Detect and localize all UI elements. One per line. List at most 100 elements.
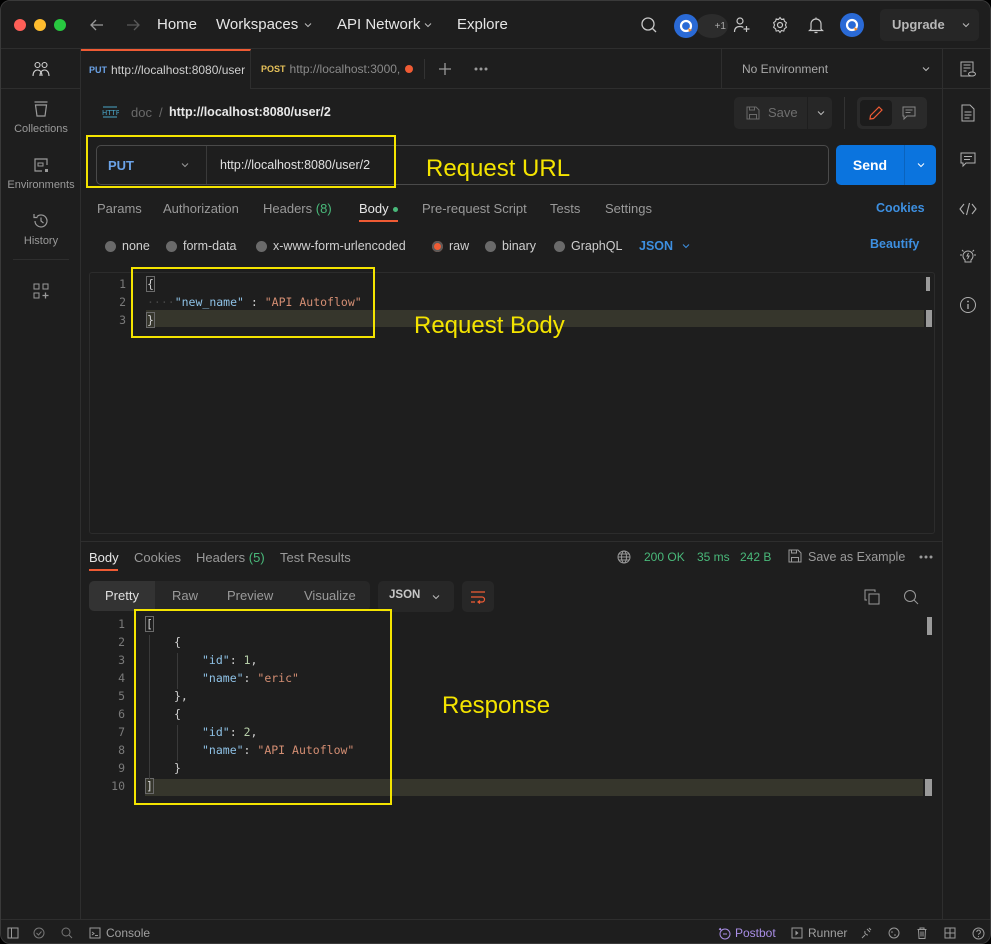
response-format-select[interactable]: JSON — [378, 581, 454, 612]
search-icon[interactable] — [902, 588, 920, 606]
environment-selector[interactable]: No Environment — [721, 49, 942, 89]
save-button[interactable]: Save — [734, 97, 806, 129]
check-circle-icon[interactable] — [32, 926, 46, 940]
right-sidebar — [942, 49, 990, 919]
scrollbar-thumb[interactable] — [927, 617, 932, 635]
trash-icon[interactable] — [915, 926, 929, 940]
runner-button[interactable]: Runner — [791, 926, 847, 940]
documentation-icon[interactable] — [958, 103, 978, 123]
chevron-down-icon[interactable] — [422, 19, 434, 31]
tab-settings[interactable]: Settings — [605, 201, 652, 216]
help-icon[interactable] — [971, 926, 985, 940]
chevron-down-icon[interactable] — [302, 19, 314, 31]
runner-icon — [791, 927, 803, 939]
response-tab-headers[interactable]: Headers (5) — [196, 550, 265, 565]
sidebar-divider — [13, 259, 69, 260]
save-button-group: Save — [734, 97, 832, 129]
body-type-raw[interactable]: raw — [432, 239, 469, 253]
upgrade-button[interactable]: Upgrade — [880, 9, 979, 41]
response-time[interactable]: 35 ms — [697, 550, 730, 564]
body-type-form-data[interactable]: form-data — [166, 239, 237, 253]
tab-body[interactable]: Body — [359, 201, 398, 216]
body-format-select[interactable]: JSON — [639, 239, 691, 253]
invite-user-icon[interactable] — [732, 15, 752, 35]
back-arrow-icon[interactable] — [87, 15, 107, 35]
lightbulb-icon[interactable] — [958, 246, 978, 266]
sidebar-item-history[interactable]: History — [1, 211, 81, 247]
response-tab-cookies[interactable]: Cookies — [134, 550, 181, 565]
minimize-window-button[interactable] — [34, 19, 46, 31]
body-indicator-dot — [392, 207, 398, 213]
wrap-lines-icon — [471, 590, 486, 604]
cookies-link[interactable]: Cookies — [876, 201, 925, 215]
nav-home[interactable]: Home — [157, 16, 197, 33]
environment-quick-look-icon[interactable] — [958, 59, 978, 79]
cookies-icon[interactable] — [887, 926, 901, 940]
postbot-button[interactable]: Postbot — [718, 926, 776, 940]
send-button[interactable]: Send — [836, 145, 904, 185]
bell-icon[interactable] — [806, 15, 826, 35]
info-icon[interactable] — [958, 295, 978, 315]
body-type-urlencoded[interactable]: x-www-form-urlencoded — [256, 239, 406, 253]
send-options-button[interactable] — [904, 145, 936, 185]
capture-requests-icon[interactable] — [859, 926, 873, 940]
search-icon[interactable] — [639, 15, 659, 35]
chevron-down-icon[interactable] — [960, 19, 972, 31]
search-icon[interactable] — [60, 926, 74, 940]
maximize-window-button[interactable] — [54, 19, 66, 31]
tab-put-request[interactable]: PUT http://localhost:8080/user/2 — [81, 49, 251, 89]
more-tabs-icon[interactable] — [471, 60, 491, 78]
add-workbench-icon[interactable] — [31, 281, 51, 301]
tab-authorization[interactable]: Authorization — [163, 201, 239, 216]
more-options-icon[interactable] — [918, 550, 934, 564]
gear-icon[interactable] — [770, 15, 790, 35]
response-tab-body[interactable]: Body — [89, 550, 119, 565]
close-window-button[interactable] — [14, 19, 26, 31]
save-options-button[interactable] — [807, 97, 832, 129]
body-type-none[interactable]: none — [105, 239, 150, 253]
annotation-label-body: Request Body — [414, 312, 565, 339]
nav-api-network[interactable]: API Network — [337, 16, 420, 33]
view-pretty[interactable]: Pretty — [105, 588, 139, 603]
response-size[interactable]: 242 B — [740, 550, 771, 564]
pane-divider[interactable] — [81, 541, 942, 542]
comment-mode-button[interactable] — [894, 100, 924, 126]
comments-icon[interactable] — [958, 150, 978, 170]
sidebar-item-environments[interactable]: Environments — [1, 155, 81, 191]
response-status[interactable]: 200 OK — [644, 550, 685, 564]
copy-icon[interactable] — [863, 588, 881, 606]
tab-headers[interactable]: Headers (8) — [263, 201, 332, 216]
edit-mode-button[interactable] — [860, 100, 892, 126]
view-visualize[interactable]: Visualize — [304, 588, 356, 603]
request-name[interactable]: http://localhost:8080/user/2 — [169, 105, 331, 119]
view-preview[interactable]: Preview — [227, 588, 273, 603]
collaborators-count[interactable]: +1 — [696, 14, 728, 38]
user-avatar[interactable] — [840, 13, 864, 37]
forward-arrow-icon[interactable] — [123, 15, 143, 35]
new-tab-plus-icon[interactable] — [436, 60, 454, 78]
globe-icon[interactable] — [616, 549, 632, 565]
tab-tests[interactable]: Tests — [550, 201, 580, 216]
toggle-sidebar-icon[interactable] — [6, 926, 20, 940]
response-tab-test-results[interactable]: Test Results — [280, 550, 351, 565]
breadcrumb-collection[interactable]: doc — [131, 105, 152, 120]
two-pane-view-icon[interactable] — [943, 926, 957, 940]
body-type-graphql[interactable]: GraphQL — [554, 239, 622, 253]
beautify-button[interactable]: Beautify — [870, 237, 919, 251]
save-as-example-button[interactable]: Save as Example — [808, 550, 905, 564]
nav-workspaces[interactable]: Workspaces — [216, 16, 298, 33]
line-number: 6 — [118, 707, 125, 721]
nav-explore[interactable]: Explore — [457, 16, 508, 33]
scrollbar-thumb[interactable] — [926, 277, 930, 291]
wrap-lines-button[interactable] — [462, 581, 494, 612]
sidebar-item-collections[interactable]: Collections — [1, 99, 81, 135]
body-type-binary[interactable]: binary — [485, 239, 536, 253]
workspace-team-button[interactable] — [1, 49, 80, 89]
view-raw[interactable]: Raw — [172, 588, 198, 603]
tab-params[interactable]: Params — [97, 201, 142, 216]
avatar[interactable] — [674, 14, 698, 38]
tab-pre-request-script[interactable]: Pre-request Script — [422, 201, 527, 216]
code-icon[interactable] — [958, 199, 978, 219]
console-button[interactable]: Console — [89, 926, 150, 940]
tab-post-request[interactable]: POST http://localhost:3000, — [251, 49, 423, 89]
